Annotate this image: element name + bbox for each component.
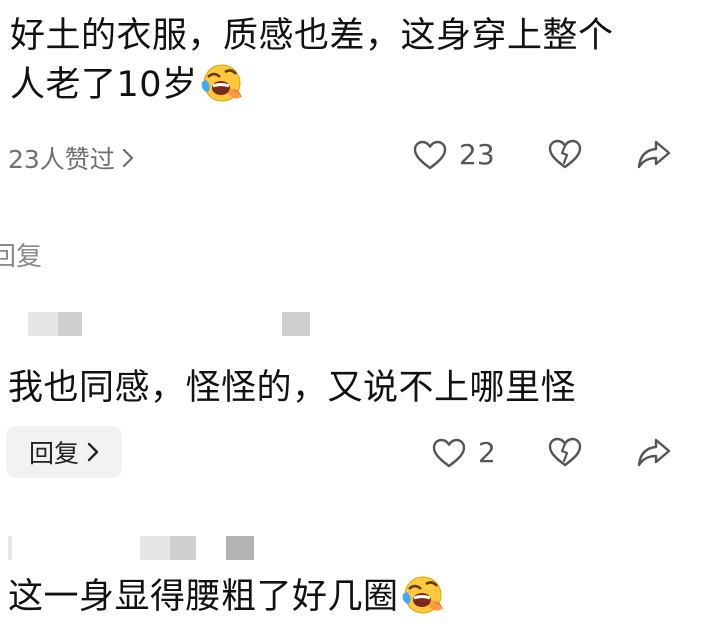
like-count-2: 2 xyxy=(478,436,496,469)
chevron-right-icon xyxy=(122,148,133,168)
comment-3-text-body: 这一身显得腰粗了好几圈 xyxy=(8,577,399,617)
chevron-right-icon xyxy=(87,442,99,462)
comment-1-line2: 人老了10岁 xyxy=(10,60,614,109)
heart-icon[interactable] xyxy=(413,140,447,170)
comment-3-text: 这一身显得腰粗了好几圈 xyxy=(8,572,445,621)
comment-1-line2-text: 人老了10岁 xyxy=(10,65,198,105)
like-count-1: 23 xyxy=(459,138,495,171)
reply-button-label: 回复 xyxy=(28,439,79,468)
likes-summary-text: 23人赞过 xyxy=(8,145,115,174)
broken-heart-icon[interactable] xyxy=(548,138,582,170)
blurred-username-2d xyxy=(226,536,254,560)
reply-link-text: 回复 xyxy=(0,242,43,272)
laughing-crying-emoji-icon xyxy=(402,576,443,614)
reply-link[interactable]: 回复 xyxy=(0,236,50,273)
blurred-username-1b xyxy=(58,312,82,336)
blurred-username-2b xyxy=(140,536,170,560)
share-arrow-icon[interactable] xyxy=(636,436,672,468)
comment-2-text: 我也同感，怪怪的，又说不上哪里怪 xyxy=(8,368,577,408)
comment-1-line1: 好土的衣服，质感也差，这身穿上整个 xyxy=(10,16,614,56)
laughing-crying-emoji-icon xyxy=(201,64,242,102)
likes-summary[interactable]: 23人赞过 xyxy=(8,140,135,176)
blurred-username-1c xyxy=(282,312,310,336)
heart-icon[interactable] xyxy=(432,438,466,468)
broken-heart-icon[interactable] xyxy=(548,436,582,468)
blurred-username-2c xyxy=(170,536,196,560)
share-arrow-icon[interactable] xyxy=(636,138,672,170)
blurred-username-1a xyxy=(28,312,58,336)
reply-button[interactable]: 回复 xyxy=(6,426,122,478)
like-group-1[interactable]: 23 xyxy=(413,138,495,171)
like-group-2[interactable]: 2 xyxy=(432,436,496,469)
comment-1-text: 好土的衣服，质感也差，这身穿上整个 人老了10岁 xyxy=(10,12,614,109)
blurred-username-2a xyxy=(8,536,12,560)
